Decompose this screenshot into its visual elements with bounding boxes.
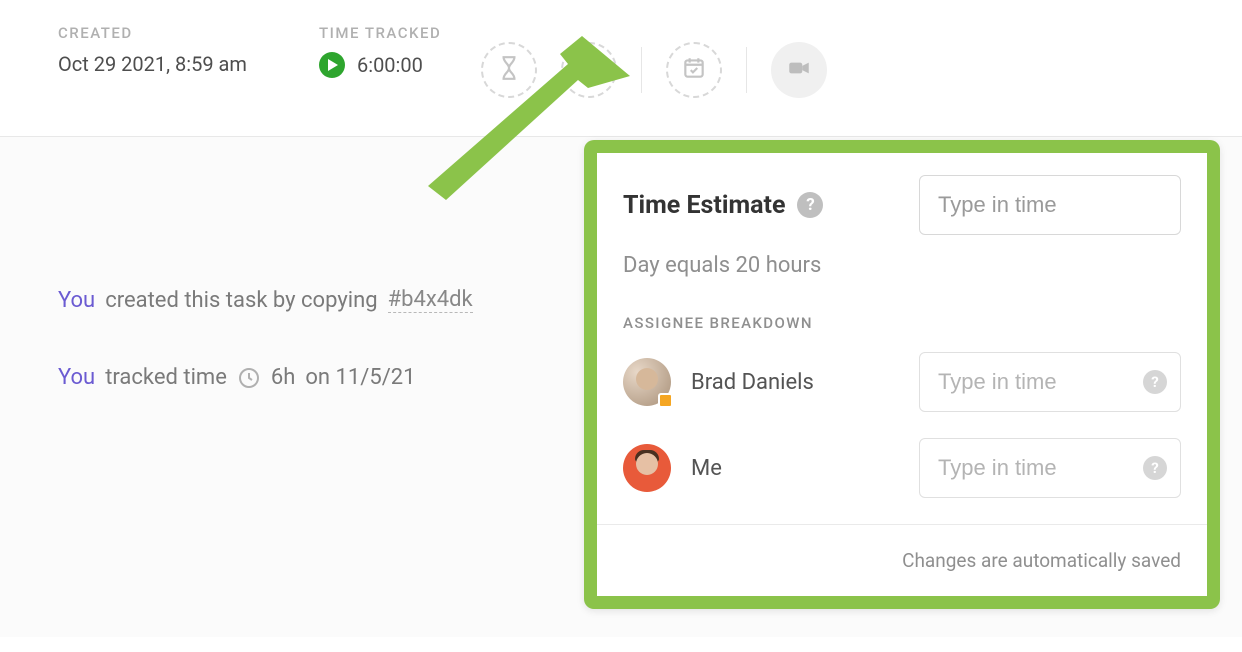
assignee-breakdown-label: ASSIGNEE BREAKDOWN xyxy=(623,314,1181,332)
separator xyxy=(746,47,747,93)
assignee-row: Brad Daniels ? xyxy=(623,352,1181,412)
task-header: CREATED Oct 29 2021, 8:59 am TIME TRACKE… xyxy=(0,0,1242,137)
assignee-name: Me xyxy=(691,456,722,481)
time-tracked-block: TIME TRACKED 6:00:00 xyxy=(319,24,441,78)
help-icon[interactable]: ? xyxy=(1143,370,1167,394)
popover-footer: Changes are automatically saved xyxy=(597,524,1207,596)
avatar[interactable] xyxy=(623,444,671,492)
time-estimate-popover: Time Estimate ? Day equals 20 hours ASSI… xyxy=(584,140,1220,609)
popover-title: Time Estimate xyxy=(623,191,785,220)
help-icon[interactable]: ? xyxy=(797,192,823,218)
video-icon xyxy=(786,55,812,85)
created-block: CREATED Oct 29 2021, 8:59 am xyxy=(58,24,247,76)
due-date-button[interactable] xyxy=(666,42,722,98)
header-action-icons xyxy=(481,42,827,98)
help-icon[interactable]: ? xyxy=(1143,456,1167,480)
popover-header: Time Estimate ? xyxy=(623,175,1181,235)
assignee-name: Brad Daniels xyxy=(691,370,814,395)
assignee-time-input[interactable] xyxy=(919,438,1181,498)
time-tracked-label: TIME TRACKED xyxy=(319,24,441,42)
video-call-button[interactable] xyxy=(771,42,827,98)
calendar-icon xyxy=(681,55,707,85)
tracked-duration: 6h xyxy=(271,365,295,390)
activity-text: created this task by copying xyxy=(105,288,377,313)
play-timer-button[interactable] xyxy=(319,52,345,78)
activity-text: tracked time xyxy=(105,365,227,390)
time-estimate-button[interactable] xyxy=(481,42,537,98)
separator xyxy=(641,47,642,93)
avatar[interactable] xyxy=(623,358,671,406)
popover-subtitle: Day equals 20 hours xyxy=(623,253,1181,278)
sprint-points-button[interactable] xyxy=(561,42,617,98)
task-reference-link[interactable]: #b4x4dk xyxy=(388,287,473,313)
clock-icon xyxy=(237,366,261,390)
star-icon xyxy=(576,55,602,85)
hourglass-icon xyxy=(496,55,522,85)
time-tracked-value: 6:00:00 xyxy=(357,53,423,77)
user-link[interactable]: You xyxy=(58,288,95,313)
user-status-away-icon xyxy=(658,393,673,408)
tracked-date: on 11/5/21 xyxy=(305,365,415,390)
assignee-row: Me ? xyxy=(623,438,1181,498)
time-estimate-input[interactable] xyxy=(919,175,1181,235)
created-label: CREATED xyxy=(58,24,247,42)
assignee-time-input[interactable] xyxy=(919,352,1181,412)
user-link[interactable]: You xyxy=(58,365,95,390)
created-value: Oct 29 2021, 8:59 am xyxy=(58,52,247,76)
